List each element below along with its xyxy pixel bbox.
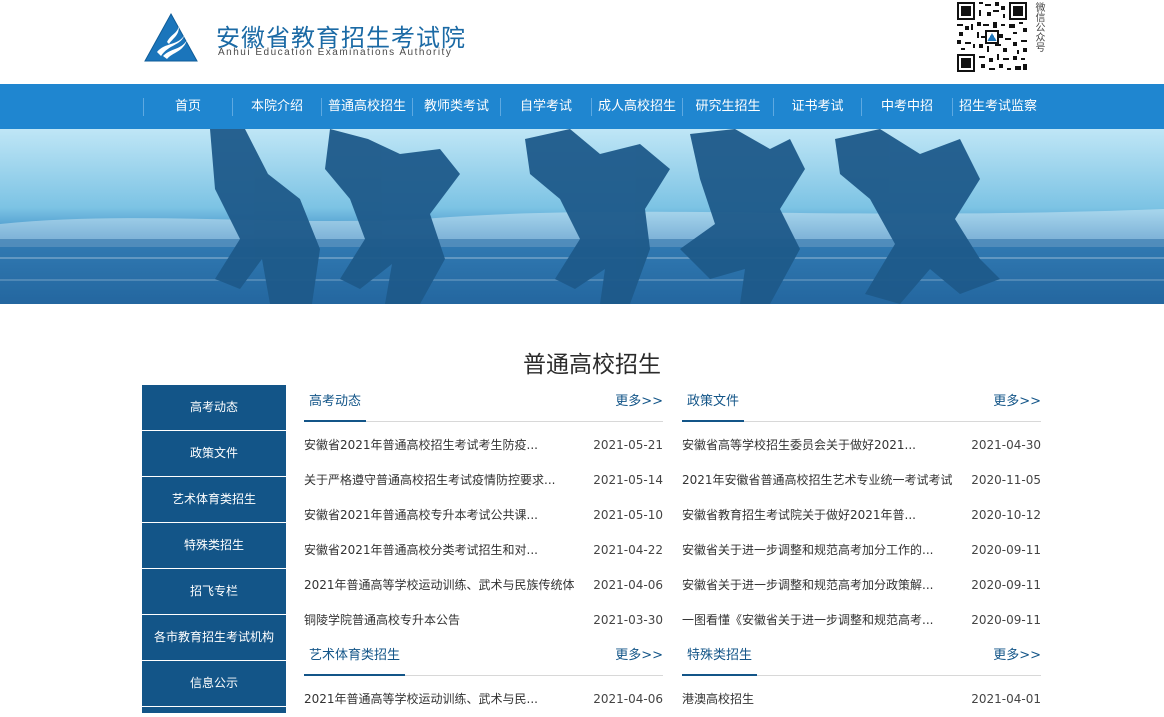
- list-item[interactable]: 2021年普通高等学校运动训练、武术与民... 2021-04-06: [304, 682, 663, 717]
- triangle-logo-icon[interactable]: [143, 12, 199, 64]
- item-date: 2021-03-30: [593, 613, 663, 627]
- qr-caption: 微信公众号: [1033, 2, 1044, 52]
- main-nav: 首页 本院介绍 普通高校招生 教师类考试 自学考试 成人高校招生 研究生招生 证…: [0, 84, 1164, 129]
- qr-code-icon: [955, 0, 1029, 74]
- panel-art-sports-admission: 艺术体育类招生 更多>> 2021年普通高等学校运动训练、武术与民... 2021…: [304, 638, 663, 717]
- item-title[interactable]: 铜陵学院普通高校专升本公告: [304, 603, 574, 638]
- panel-header: 艺术体育类招生 更多>>: [304, 638, 663, 676]
- nav-item-certificate-exam[interactable]: 证书考试: [774, 84, 861, 129]
- panel-header: 高考动态 更多>>: [304, 384, 663, 422]
- news-list: 安徽省高等学校招生委员会关于做好2021... 2021-04-30 2021年安…: [682, 428, 1041, 638]
- list-item[interactable]: 铜陵学院普通高校专升本公告 2021-03-30: [304, 603, 663, 638]
- item-date: 2021-04-22: [593, 543, 663, 557]
- item-date: 2021-04-30: [971, 438, 1041, 452]
- nav-item-exam-supervision[interactable]: 招生考试监察: [953, 84, 1043, 129]
- item-date: 2020-09-11: [971, 613, 1041, 627]
- item-title[interactable]: 关于严格遵守普通高校招生考试疫情防控要求...: [304, 463, 574, 498]
- sidebar-item-exam-news[interactable]: 高考动态: [142, 385, 286, 430]
- list-item[interactable]: 一图看懂《安徽省关于进一步调整和规范高考... 2020-09-11: [682, 603, 1041, 638]
- list-item[interactable]: 安徽省关于进一步调整和规范高考加分工作的... 2020-09-11: [682, 533, 1041, 568]
- header: 安徽省教育招生考试院 Anhui Education Examinations …: [0, 0, 1164, 84]
- list-item[interactable]: 安徽省关于进一步调整和规范高考加分政策解... 2020-09-11: [682, 568, 1041, 603]
- item-title[interactable]: 安徽省高等学校招生委员会关于做好2021...: [682, 428, 952, 463]
- item-title[interactable]: 港澳高校招生: [682, 682, 952, 717]
- list-item[interactable]: 2021年安徽省普通高校招生艺术专业统一考试考试... 2020-11-05: [682, 463, 1041, 498]
- nav-item-about[interactable]: 本院介绍: [233, 84, 321, 129]
- section-title: 普通高校招生: [523, 352, 661, 378]
- item-title[interactable]: 2021年普通高等学校运动训练、武术与民...: [304, 682, 574, 717]
- item-title[interactable]: 安徽省2021年普通高校分类考试招生和对...: [304, 533, 574, 568]
- item-title[interactable]: 安徽省教育招生考试院关于做好2021年普...: [682, 498, 952, 533]
- banner-image: [0, 129, 1164, 304]
- list-item[interactable]: 港澳高校招生 2021-04-01: [682, 682, 1041, 717]
- nav-item-teacher-exam[interactable]: 教师类考试: [413, 84, 500, 129]
- item-title[interactable]: 一图看懂《安徽省关于进一步调整和规范高考...: [682, 603, 952, 638]
- list-item[interactable]: 安徽省2021年普通高校招生考试考生防疫... 2021-05-21: [304, 428, 663, 463]
- sidebar: 高考动态 政策文件 艺术体育类招生 特殊类招生 招飞专栏 各市教育招生考试机构 …: [142, 385, 286, 714]
- list-item[interactable]: 关于严格遵守普通高校招生考试疫情防控要求... 2021-05-14: [304, 463, 663, 498]
- panel-title[interactable]: 高考动态: [304, 384, 367, 422]
- panel-title[interactable]: 艺术体育类招生: [304, 638, 406, 676]
- item-date: 2021-04-06: [593, 578, 663, 592]
- more-link[interactable]: 更多>>: [615, 384, 663, 420]
- item-date: 2020-09-11: [971, 578, 1041, 592]
- sidebar-item-pilot-recruitment[interactable]: 招飞专栏: [142, 569, 286, 614]
- news-list: 港澳高校招生 2021-04-01: [682, 682, 1041, 717]
- item-date: 2021-04-01: [971, 692, 1041, 706]
- item-date: 2020-11-05: [971, 473, 1041, 487]
- site-subtitle: Anhui Education Examinations Authority: [218, 47, 453, 58]
- item-title[interactable]: 2021年安徽省普通高校招生艺术专业统一考试考试...: [682, 463, 952, 498]
- news-list: 2021年普通高等学校运动训练、武术与民... 2021-04-06: [304, 682, 663, 717]
- sidebar-item-special-admission[interactable]: 特殊类招生: [142, 523, 286, 568]
- list-item[interactable]: 2021年普通高等学校运动训练、武术与民族传统体... 2021-04-06: [304, 568, 663, 603]
- list-item[interactable]: 安徽省2021年普通高校专升本考试公共课... 2021-05-10: [304, 498, 663, 533]
- item-date: 2020-10-12: [971, 508, 1041, 522]
- item-date: 2021-05-10: [593, 508, 663, 522]
- item-date: 2021-05-21: [593, 438, 663, 452]
- item-date: 2021-05-14: [593, 473, 663, 487]
- more-link[interactable]: 更多>>: [993, 638, 1041, 674]
- panel-title[interactable]: 政策文件: [682, 384, 745, 422]
- panel-header: 政策文件 更多>>: [682, 384, 1041, 422]
- panel-title[interactable]: 特殊类招生: [682, 638, 758, 676]
- item-title[interactable]: 安徽省关于进一步调整和规范高考加分工作的...: [682, 533, 952, 568]
- sidebar-item-policy-documents[interactable]: 政策文件: [142, 431, 286, 476]
- item-title[interactable]: 2021年普通高等学校运动训练、武术与民族传统体...: [304, 568, 574, 603]
- item-title[interactable]: 安徽省2021年普通高校专升本考试公共课...: [304, 498, 574, 533]
- list-item[interactable]: 安徽省高等学校招生委员会关于做好2021... 2021-04-30: [682, 428, 1041, 463]
- nav-item-self-study-exam[interactable]: 自学考试: [501, 84, 591, 129]
- news-list: 安徽省2021年普通高校招生考试考生防疫... 2021-05-21 关于严格遵守…: [304, 428, 663, 638]
- nav-item-adult-admission[interactable]: 成人高校招生: [592, 84, 682, 129]
- list-item[interactable]: 安徽省2021年普通高校分类考试招生和对... 2021-04-22: [304, 533, 663, 568]
- panel-exam-news: 高考动态 更多>> 安徽省2021年普通高校招生考试考生防疫... 2021-05…: [304, 384, 663, 638]
- nav-item-college-admission[interactable]: 普通高校招生: [322, 84, 412, 129]
- more-link[interactable]: 更多>>: [615, 638, 663, 674]
- sidebar-item-more[interactable]: [142, 707, 286, 713]
- panel-special-admission: 特殊类招生 更多>> 港澳高校招生 2021-04-01: [682, 638, 1041, 717]
- more-link[interactable]: 更多>>: [993, 384, 1041, 420]
- item-date: 2020-09-11: [971, 543, 1041, 557]
- nav-item-home[interactable]: 首页: [144, 84, 232, 129]
- nav-item-graduate-admission[interactable]: 研究生招生: [683, 84, 773, 129]
- item-date: 2021-04-06: [593, 692, 663, 706]
- sidebar-item-public-information[interactable]: 信息公示: [142, 661, 286, 706]
- item-title[interactable]: 安徽省关于进一步调整和规范高考加分政策解...: [682, 568, 952, 603]
- sidebar-item-city-exam-agencies[interactable]: 各市教育招生考试机构: [142, 615, 286, 660]
- list-item[interactable]: 安徽省教育招生考试院关于做好2021年普... 2020-10-12: [682, 498, 1041, 533]
- panel-header: 特殊类招生 更多>>: [682, 638, 1041, 676]
- sidebar-item-art-sports-admission[interactable]: 艺术体育类招生: [142, 477, 286, 522]
- item-title[interactable]: 安徽省2021年普通高校招生考试考生防疫...: [304, 428, 574, 463]
- nav-item-high-school-entrance[interactable]: 中考中招: [862, 84, 952, 129]
- panel-policy-documents: 政策文件 更多>> 安徽省高等学校招生委员会关于做好2021... 2021-04…: [682, 384, 1041, 638]
